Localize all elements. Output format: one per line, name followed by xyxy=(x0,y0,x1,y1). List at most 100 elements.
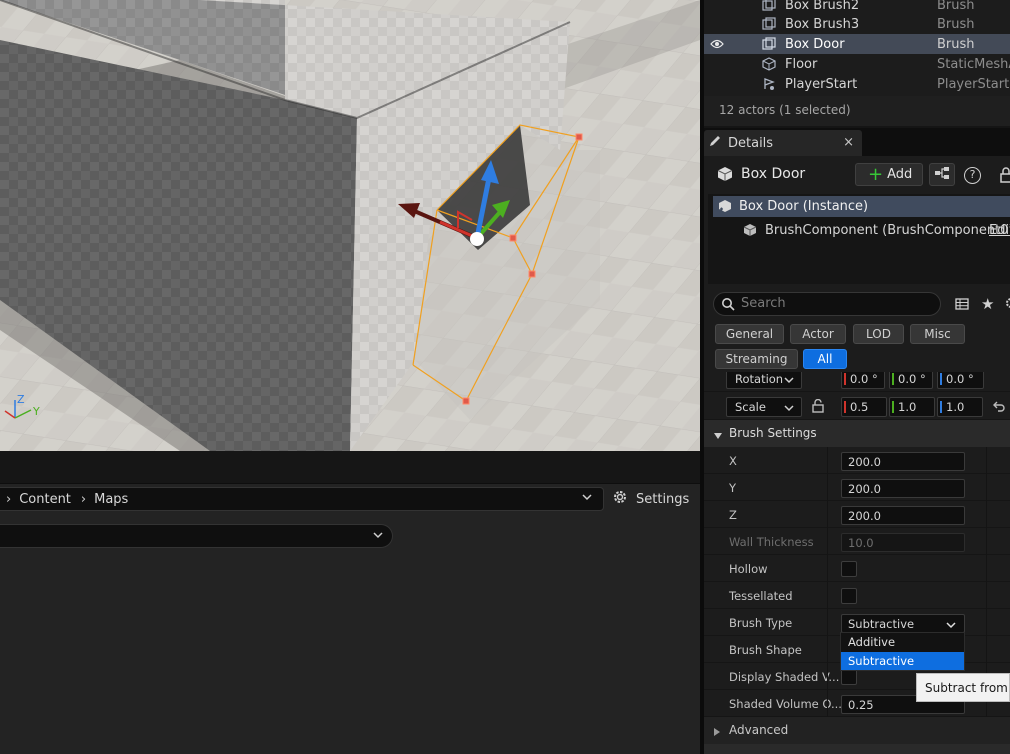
option-additive[interactable]: Additive xyxy=(841,633,964,651)
property-wall-thickness: Wall Thickness 10.0 xyxy=(704,528,1010,555)
plus-icon: + xyxy=(868,163,884,185)
actor-name: PlayerStart xyxy=(785,76,858,92)
actor-title: Box Door xyxy=(741,166,806,182)
pencil-icon xyxy=(708,134,722,152)
rotation-dropdown[interactable]: Rotation xyxy=(726,372,802,389)
axis-y-label: Y xyxy=(32,405,40,418)
category-label: Advanced xyxy=(729,723,789,737)
property-label: X xyxy=(729,454,737,468)
edit-link[interactable]: Edit xyxy=(989,223,1010,238)
z-input[interactable]: 200.0 xyxy=(841,506,965,525)
wall-thickness-input: 10.0 xyxy=(841,533,965,552)
star-icon[interactable]: ★ xyxy=(981,295,994,313)
scale-y-value: 1.0 xyxy=(898,400,917,414)
brush-type-select[interactable]: Subtractive xyxy=(841,614,965,633)
hollow-checkbox[interactable] xyxy=(841,561,857,577)
display-shaded-checkbox[interactable] xyxy=(841,669,857,685)
scale-y-field[interactable]: 1.0 xyxy=(889,397,935,417)
blueprint-button[interactable] xyxy=(929,163,955,186)
actor-type: Brush xyxy=(937,0,975,13)
lock-icon[interactable] xyxy=(1000,167,1010,186)
content-browser-toolbar xyxy=(0,451,700,484)
table-view-icon[interactable] xyxy=(955,297,969,314)
list-item[interactable]: Box Door Brush xyxy=(704,34,1010,54)
gear-icon xyxy=(612,489,628,509)
filter-general[interactable]: General xyxy=(715,324,784,344)
actor-type: Brush xyxy=(937,16,975,32)
eye-icon[interactable] xyxy=(710,38,724,54)
filter-lod[interactable]: LOD xyxy=(853,324,904,344)
tooltip: Subtract from w xyxy=(916,673,1010,702)
brush-type-options[interactable]: Additive Subtractive xyxy=(840,632,965,671)
chevron-right-icon: › xyxy=(80,491,87,507)
settings-button[interactable]: Settings xyxy=(612,487,689,511)
rotation-z-field[interactable]: 0.0 ° xyxy=(937,372,984,389)
scale-z-field[interactable]: 1.0 xyxy=(937,397,983,417)
level-viewport[interactable]: Z Y xyxy=(0,0,700,451)
property-label: Hollow xyxy=(729,562,768,576)
instance-icon xyxy=(718,199,732,216)
actor-name: Floor xyxy=(785,56,818,72)
rotation-y-field[interactable]: 0.0 ° xyxy=(889,372,933,389)
chevron-down-icon xyxy=(946,619,956,633)
rotation-y-value: 0.0 ° xyxy=(898,372,926,386)
breadcrumb-maps[interactable]: Maps xyxy=(94,492,128,507)
property-label: Brush Shape xyxy=(729,643,802,657)
filter-actor[interactable]: Actor xyxy=(790,324,846,344)
reset-icon[interactable] xyxy=(992,399,1006,416)
property-label: Display Shaded V... xyxy=(729,670,840,684)
close-icon[interactable]: × xyxy=(843,135,854,150)
option-subtractive[interactable]: Subtractive xyxy=(841,652,964,670)
property-label: Brush Type xyxy=(729,616,793,630)
breadcrumb-content[interactable]: Content xyxy=(19,492,71,507)
category-label: Brush Settings xyxy=(729,426,817,440)
list-item[interactable]: Box Brush3 Brush xyxy=(704,14,1010,34)
list-item[interactable]: PlayerStart PlayerStart xyxy=(704,74,1010,94)
x-input[interactable]: 200.0 xyxy=(841,452,965,471)
settings-label: Settings xyxy=(636,491,690,507)
rotation-x-field[interactable]: 0.0 ° xyxy=(841,372,885,389)
property-hollow: Hollow xyxy=(704,555,1010,582)
property-label: Wall Thickness xyxy=(729,535,814,549)
tab-details-label: Details xyxy=(728,135,774,151)
component-child[interactable]: BrushComponent (BrushComponent0) Edit xyxy=(740,221,1010,241)
rotation-x-value: 0.0 ° xyxy=(850,372,878,386)
add-component-button[interactable]: + Add xyxy=(855,163,923,186)
help-icon[interactable]: ? xyxy=(964,167,981,184)
category-advanced[interactable]: Advanced xyxy=(704,717,1010,744)
list-item[interactable]: Floor StaticMeshA xyxy=(704,54,1010,74)
actor-name: Box Door xyxy=(785,36,845,52)
filter-dropdown[interactable] xyxy=(0,524,393,548)
brush-icon xyxy=(762,37,776,55)
tab-details[interactable]: Details × xyxy=(704,130,862,156)
component-root-label: Box Door (Instance) xyxy=(739,199,869,214)
y-input[interactable]: 200.0 xyxy=(841,479,965,498)
chevron-down-icon[interactable] xyxy=(581,491,593,506)
breadcrumb[interactable]: › Content › Maps xyxy=(0,487,604,511)
rotation-label: Rotation xyxy=(735,372,784,386)
component-root[interactable]: Box Door (Instance) xyxy=(713,196,1010,217)
filter-all[interactable]: All xyxy=(803,349,847,369)
details-tabbar: Details × xyxy=(704,128,1010,156)
hierarchy-icon xyxy=(934,166,950,183)
search-input[interactable] xyxy=(741,296,931,311)
unlock-icon[interactable] xyxy=(812,398,824,416)
property-x: X 200.0 xyxy=(704,447,1010,474)
list-item[interactable]: Box Brush2 Brush xyxy=(704,0,1010,15)
scale-x-field[interactable]: 0.5 xyxy=(841,397,887,417)
property-label: Z xyxy=(729,508,737,522)
filter-misc[interactable]: Misc xyxy=(910,324,965,344)
expand-triangle-icon xyxy=(713,726,721,740)
static-mesh-icon xyxy=(762,57,776,75)
settings-gear-icon[interactable] xyxy=(1004,296,1010,313)
axis-z-label: Z xyxy=(17,393,25,406)
category-next[interactable] xyxy=(704,744,1010,754)
category-brush-settings[interactable]: Brush Settings xyxy=(704,420,1010,447)
scale-dropdown[interactable]: Scale xyxy=(726,397,802,417)
search-input-wrapper[interactable] xyxy=(713,292,941,316)
add-label: Add xyxy=(887,167,913,182)
tessellated-checkbox[interactable] xyxy=(841,588,857,604)
scale-label: Scale xyxy=(735,400,766,414)
viewport-scene[interactable]: Z Y xyxy=(0,0,700,451)
filter-streaming[interactable]: Streaming xyxy=(715,349,798,369)
